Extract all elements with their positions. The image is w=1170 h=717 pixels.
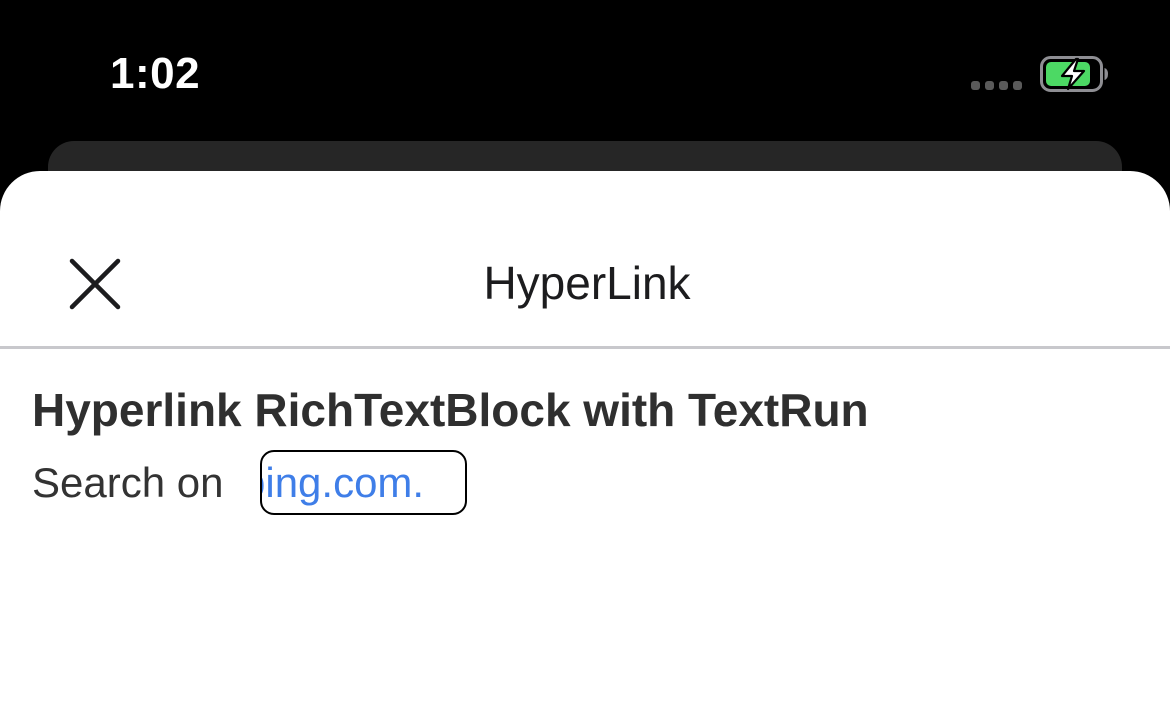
page-title: HyperLink — [483, 257, 691, 309]
battery-charging-icon — [1040, 56, 1108, 92]
bing-hyperlink[interactable]: bing.com. — [260, 450, 467, 515]
status-time: 1:02 — [110, 49, 201, 98]
content-heading: Hyperlink RichTextBlock with TextRun — [32, 384, 869, 436]
app-screen: 1:02 HyperLink Hyperlink RichTextBlock w… — [0, 0, 1170, 717]
navigation-bar: HyperLink — [0, 171, 1170, 349]
search-prefix-text: Search on — [32, 459, 224, 506]
hyperlink-text[interactable]: bing.com. — [262, 456, 424, 510]
modal-sheet: HyperLink Hyperlink RichTextBlock with T… — [0, 171, 1170, 717]
signal-dots-icon — [971, 81, 1022, 90]
